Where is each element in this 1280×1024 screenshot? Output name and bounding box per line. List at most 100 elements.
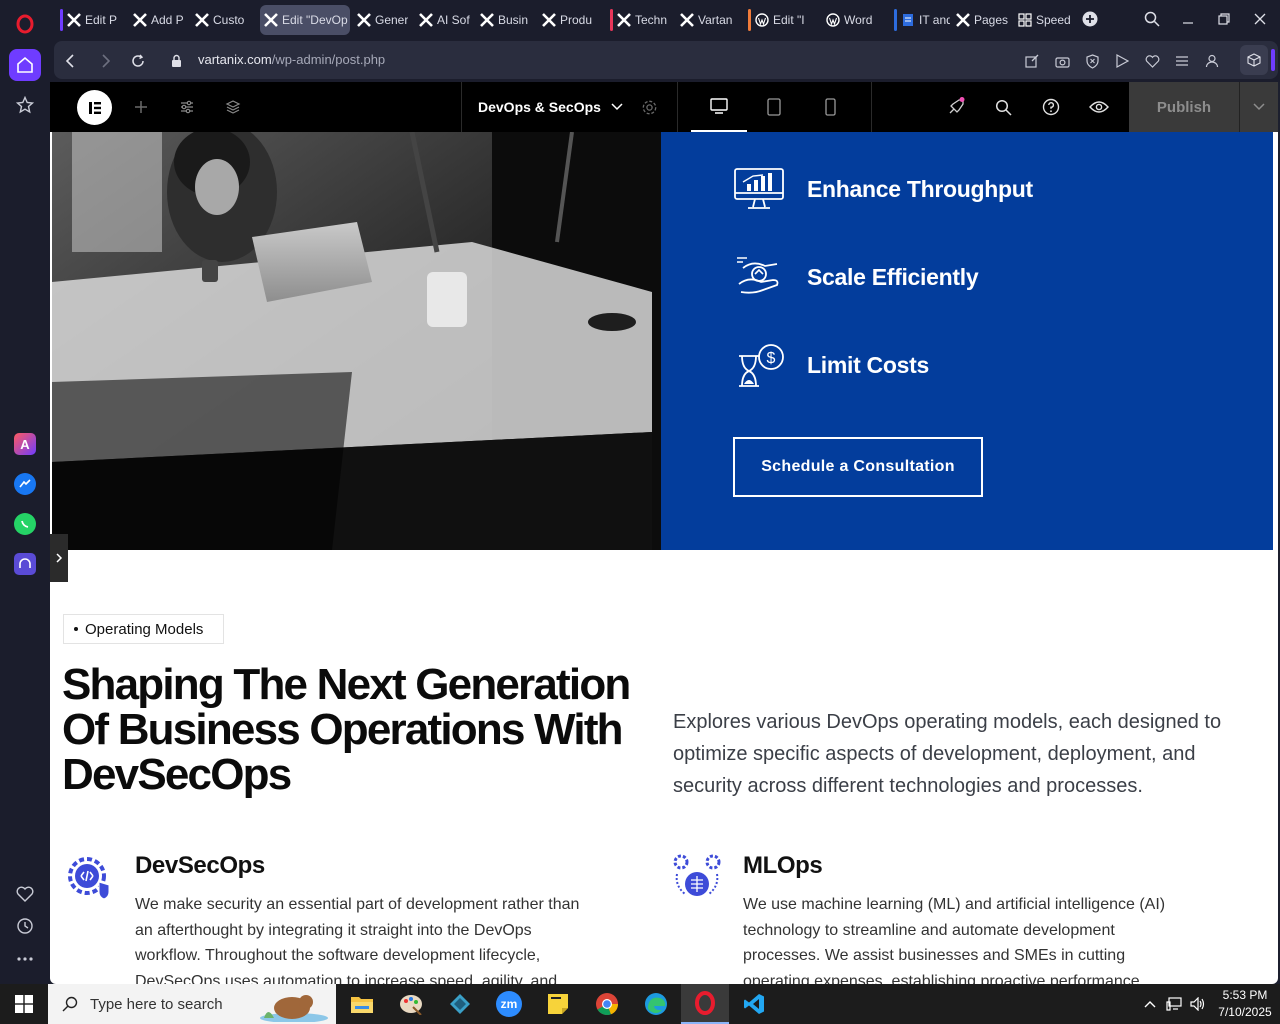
browser-tab[interactable]: Custo [191, 5, 257, 35]
send-icon[interactable] [1112, 51, 1132, 71]
tab-label: Techn [635, 13, 668, 27]
favorite-heart-icon[interactable] [1142, 51, 1162, 71]
publish-options-chevron-icon[interactable] [1239, 82, 1278, 132]
tab-search-icon[interactable] [1140, 8, 1164, 30]
history-clock-icon[interactable] [9, 910, 41, 942]
zoom-icon[interactable]: zm [485, 984, 533, 1024]
restore-icon[interactable] [1212, 8, 1236, 30]
browser-tab[interactable]: Add P [129, 5, 189, 35]
browser-tab[interactable]: Word [822, 5, 888, 35]
search-highlight-illustration-icon [260, 995, 328, 1022]
heart-icon[interactable] [9, 878, 41, 910]
browser-tab[interactable]: Gener [353, 5, 413, 35]
browser-tab[interactable]: Pages [952, 5, 1012, 35]
add-element-icon[interactable] [129, 95, 153, 119]
settings-sliders-icon[interactable] [175, 95, 199, 119]
chrome-icon[interactable] [583, 984, 631, 1024]
bullet-dot [74, 627, 78, 631]
music-player-icon[interactable] [9, 548, 41, 580]
page-settings-gear-icon[interactable] [637, 95, 661, 119]
edit-page-icon[interactable] [1022, 51, 1042, 71]
profile-icon[interactable] [1202, 51, 1222, 71]
opera-taskbar-icon[interactable] [681, 984, 729, 1024]
card-title: DevSecOps [135, 852, 265, 879]
show-hidden-icons-chevron-icon[interactable] [1138, 984, 1162, 1024]
tab-label: Produ [560, 13, 593, 27]
schedule-consultation-button[interactable]: Schedule a Consultation [733, 437, 983, 497]
tab-label: Add P [151, 13, 184, 27]
opera-sidebar: A [0, 0, 50, 984]
card-title: MLOps [743, 852, 823, 879]
messenger-icon[interactable] [9, 468, 41, 500]
x-logo-icon [542, 13, 556, 27]
aria-icon[interactable]: A [9, 428, 41, 460]
layers-icon[interactable] [221, 95, 245, 119]
help-icon[interactable] [1039, 95, 1063, 119]
vscode-icon[interactable] [730, 984, 778, 1024]
edge-icon[interactable] [632, 984, 680, 1024]
easy-setup-icon[interactable] [1172, 51, 1192, 71]
sticky-notes-icon[interactable] [534, 984, 582, 1024]
grid-icon [1018, 13, 1032, 27]
feature-scale-efficiently: Scale Efficiently [733, 254, 979, 300]
add-tab-icon[interactable] [1078, 8, 1102, 30]
paint-icon[interactable] [387, 984, 435, 1024]
app-diamond-icon[interactable] [436, 984, 484, 1024]
tab-label: Edit "I [773, 13, 805, 27]
hourglass-dollar-icon: $ [739, 344, 784, 387]
network-icon[interactable] [1162, 984, 1186, 1024]
browser-tab[interactable]: Edit "I [744, 5, 820, 35]
browser-tab[interactable]: Edit "DevOp [260, 5, 350, 35]
bookmarks-star-icon[interactable] [9, 89, 41, 121]
notes-rocket-icon[interactable] [944, 95, 968, 119]
tab-label: Edit "DevOp [282, 13, 348, 27]
publish-button[interactable]: Publish [1129, 82, 1239, 132]
tab-label: AI Sof [437, 13, 470, 27]
more-dots-icon[interactable] [9, 943, 41, 975]
elementor-toolbar: DevOps & SecOps Publish [50, 82, 1278, 132]
whatsapp-icon[interactable] [9, 508, 41, 540]
lock-icon[interactable] [166, 51, 186, 71]
opera-logo-icon[interactable] [9, 8, 41, 40]
browser-tab[interactable]: AI Sof [415, 5, 474, 35]
browser-tab[interactable]: Busin [476, 5, 536, 35]
search-icon [62, 996, 78, 1012]
url-text[interactable]: vartanix.com/wp-admin/post.php [198, 52, 385, 67]
close-window-icon[interactable] [1248, 8, 1272, 30]
home-icon[interactable] [9, 49, 41, 81]
mobile-view-icon[interactable] [818, 95, 842, 119]
elementor-logo-icon[interactable] [77, 90, 112, 125]
browser-tab[interactable]: Edit P [56, 5, 126, 35]
svg-text:$: $ [767, 350, 776, 367]
extensions-cube-icon[interactable] [1240, 45, 1268, 75]
tablet-view-icon[interactable] [762, 95, 786, 119]
finder-search-icon[interactable] [991, 95, 1015, 119]
browser-tab[interactable]: Speed [1014, 5, 1074, 35]
hero-benefits-panel: Enhance Throughput Scale Efficiently $ L… [661, 132, 1273, 550]
desktop-view-icon[interactable] [691, 82, 747, 132]
volume-icon[interactable] [1186, 984, 1210, 1024]
taskbar-search-box[interactable]: Type here to search [48, 984, 336, 1024]
shield-icon[interactable] [1082, 51, 1102, 71]
minimize-icon[interactable] [1176, 8, 1200, 30]
file-explorer-icon[interactable] [338, 984, 386, 1024]
x-logo-icon [680, 13, 694, 27]
back-icon[interactable] [60, 51, 80, 71]
browser-tab[interactable]: Techn [606, 5, 674, 35]
reload-icon[interactable] [128, 51, 148, 71]
x-logo-icon [419, 13, 433, 27]
tab-label: Speed [1036, 13, 1071, 27]
x-logo-icon [195, 13, 209, 27]
tab-strip: Edit P Add P Custo Edit "DevOp Gener AI Sof Bu… [50, 0, 1280, 38]
chevron-down-icon [611, 103, 623, 111]
preview-eye-icon[interactable] [1087, 95, 1111, 119]
browser-tab[interactable]: Produ [538, 5, 600, 35]
browser-tab[interactable]: IT and [890, 5, 950, 35]
taskbar-clock[interactable]: 5:53 PM 7/10/2025 [1210, 987, 1280, 1021]
page-selector[interactable]: DevOps & SecOps [478, 82, 623, 132]
forward-icon[interactable] [96, 51, 116, 71]
panel-expand-chevron-icon[interactable] [50, 534, 68, 582]
camera-icon[interactable] [1052, 51, 1072, 71]
browser-tab[interactable]: Vartan [676, 5, 742, 35]
windows-start-icon[interactable] [0, 984, 48, 1024]
